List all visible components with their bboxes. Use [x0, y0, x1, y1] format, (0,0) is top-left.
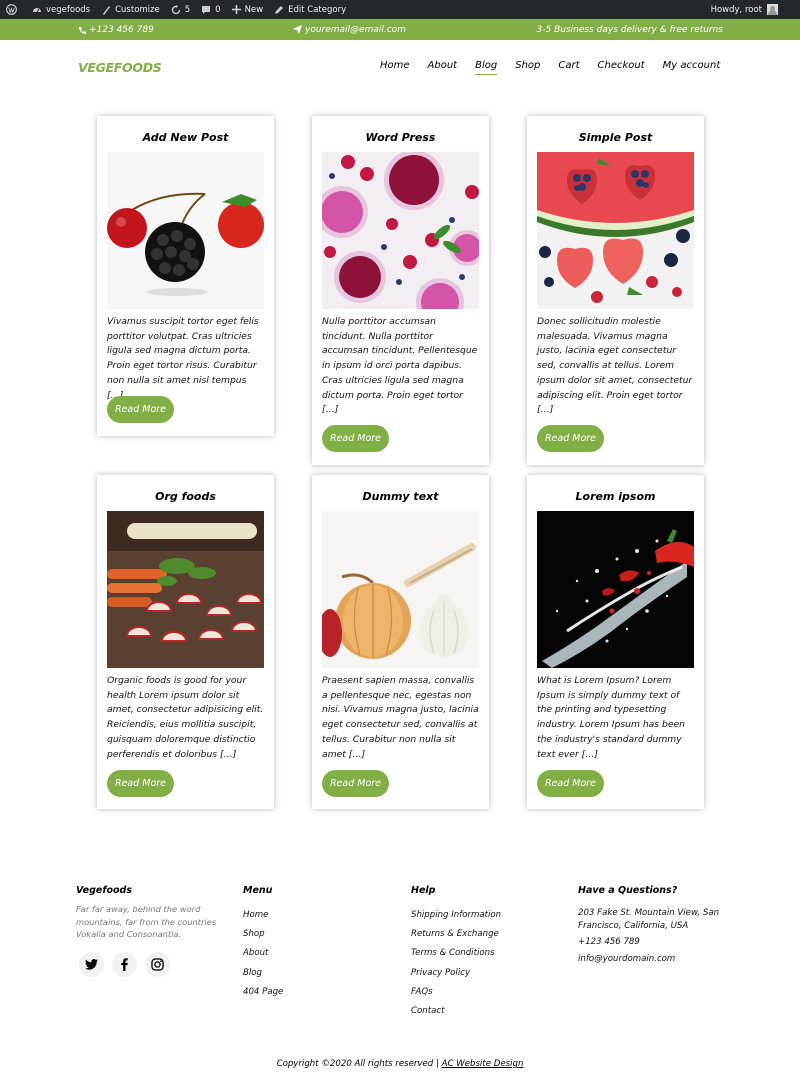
wordpress-logo-button[interactable]: [6, 4, 21, 15]
phone-info: +123 456 789: [78, 19, 154, 40]
delivery-text: 3-5 Business days delivery & free return…: [536, 24, 723, 35]
post-card: Org foods Organic foods is good for your…: [97, 475, 274, 809]
post-excerpt: Organic foods is good for your health Lo…: [107, 675, 264, 760]
footer-contact-title: Have a Questions?: [578, 885, 678, 896]
menu-item-shop[interactable]: Shop: [515, 60, 540, 71]
facebook-icon[interactable]: [112, 952, 137, 977]
footer-link-privacy[interactable]: Privacy Policy: [411, 968, 470, 978]
footer-email[interactable]: info@yourdomain.com: [578, 954, 675, 964]
post-image[interactable]: [537, 152, 694, 309]
site-name: vegefoods: [46, 4, 91, 15]
footer-address: 203 Fake St. Mountain View, San Francisc…: [578, 908, 720, 931]
instagram-icon[interactable]: [145, 952, 170, 977]
read-more-button[interactable]: Read More: [322, 425, 389, 452]
menu-item-checkout[interactable]: Checkout: [598, 60, 645, 71]
post-title[interactable]: Dummy text: [312, 490, 489, 504]
post-card: Add New Post Vivamus suscipit tortor ege…: [97, 116, 274, 436]
post-title[interactable]: Add New Post: [97, 131, 274, 145]
delivery-info: 3-5 Business days delivery & free return…: [537, 19, 723, 40]
post-excerpt: Praesent sapien massa, convallis a pelle…: [322, 675, 479, 760]
comments-count: 0: [215, 4, 221, 15]
footer-link-shop[interactable]: Shop: [243, 929, 265, 939]
new-label: New: [244, 4, 264, 15]
pencil-icon: [275, 5, 284, 14]
menu-item-home[interactable]: Home: [380, 60, 410, 71]
top-info-bar: +123 456 789 youremail@email.com 3-5 Bus…: [0, 19, 800, 40]
edit-category-label: Edit Category: [288, 4, 347, 15]
post-image[interactable]: [107, 152, 264, 309]
phone-icon: [79, 26, 86, 34]
read-more-button[interactable]: Read More: [322, 770, 389, 797]
post-card: Word Press Nulla porttitor accumsan tinc…: [312, 116, 489, 465]
main-header: VEGEFOODS Home About Blog Shop Cart Chec…: [0, 40, 800, 93]
site-name-link[interactable]: vegefoods: [32, 5, 90, 15]
comment-icon: [202, 5, 211, 14]
updates-count: 5: [184, 4, 191, 15]
post-excerpt: Nulla porttitor accumsan tincidunt. Null…: [322, 316, 478, 416]
post-image[interactable]: [322, 152, 479, 309]
menu-item-my-account[interactable]: My account: [663, 60, 721, 71]
twitter-icon[interactable]: [79, 952, 104, 977]
post-image[interactable]: [322, 511, 479, 668]
footer-link-contact[interactable]: Contact: [411, 1006, 444, 1016]
refresh-icon: [171, 4, 180, 14]
phone-text: +123 456 789: [89, 24, 154, 35]
wordpress-icon: [6, 4, 17, 15]
post-card: Dummy text Praesent sapien massa, conval…: [312, 475, 489, 809]
post-card: Lorem ipsom What is Lorem Ipsum? Lorem I…: [527, 475, 704, 809]
new-content-link[interactable]: New: [231, 4, 264, 15]
footer-link-about[interactable]: About: [243, 948, 268, 958]
plus-icon: [231, 5, 241, 14]
footer-menu-title: Menu: [243, 885, 273, 896]
avatar: [767, 4, 778, 15]
menu-item-cart[interactable]: Cart: [558, 60, 579, 71]
post-title[interactable]: Word Press: [312, 131, 489, 145]
copyright: Copyright ©2020 All rights reserved | AC…: [0, 1059, 800, 1069]
post-excerpt: Vivamus suscipit tortor eget felis portt…: [107, 316, 259, 401]
read-more-button[interactable]: Read More: [107, 770, 174, 797]
edit-category-link[interactable]: Edit Category: [274, 5, 346, 15]
dashboard-icon: [33, 7, 41, 12]
post-title[interactable]: Lorem ipsom: [527, 490, 704, 504]
email-info: youremail@email.com: [293, 19, 406, 40]
footer-link-faqs[interactable]: FAQs: [411, 987, 433, 997]
footer-link-blog[interactable]: Blog: [243, 968, 262, 978]
comments-link[interactable]: 0: [201, 4, 221, 15]
menu-item-about[interactable]: About: [428, 60, 458, 71]
post-excerpt: Donec sollicitudin molestie malesuada. V…: [537, 316, 693, 416]
footer-link-home[interactable]: Home: [243, 910, 268, 920]
copyright-text: Copyright ©2020 All rights reserved |: [276, 1059, 439, 1069]
footer-link-shipping[interactable]: Shipping Information: [411, 910, 501, 920]
copyright-link[interactable]: AC Website Design: [442, 1059, 524, 1069]
post-title[interactable]: Simple Post: [527, 131, 704, 145]
read-more-button[interactable]: Read More: [107, 396, 174, 423]
site-logo[interactable]: VEGEFOODS: [78, 60, 162, 75]
post-excerpt: What is Lorem Ipsum? Lorem Ipsum is simp…: [537, 675, 685, 760]
email-text: youremail@email.com: [305, 24, 406, 35]
footer-phone[interactable]: +123 456 789: [578, 937, 640, 947]
footer-brand-description: Far far away, behind the word mountains,…: [76, 904, 217, 939]
account-menu[interactable]: Howdy, root: [711, 0, 778, 19]
post-image[interactable]: [537, 511, 694, 668]
footer-brand-title: Vegefoods: [76, 885, 132, 896]
customize-label: Customize: [115, 4, 160, 15]
howdy-label: Howdy, root: [710, 4, 762, 15]
footer-link-returns[interactable]: Returns & Exchange: [411, 929, 499, 939]
footer-link-terms[interactable]: Terms & Conditions: [411, 948, 495, 958]
admin-bar: vegefoods Customize 5 0 New Edit Categor…: [0, 0, 800, 19]
main-menu: Home About Blog Shop Cart Checkout My ac…: [380, 60, 721, 75]
read-more-button[interactable]: Read More: [537, 425, 604, 452]
read-more-button[interactable]: Read More: [537, 770, 604, 797]
updates-link[interactable]: 5: [171, 4, 191, 15]
footer-help-title: Help: [411, 885, 436, 896]
menu-item-blog[interactable]: Blog: [475, 60, 498, 75]
post-card: Simple Post Donec sollicitudin molestie …: [527, 116, 704, 465]
post-title[interactable]: Org foods: [97, 490, 274, 504]
brush-icon: [103, 5, 111, 15]
footer-link-404[interactable]: 404 Page: [243, 987, 283, 997]
post-image[interactable]: [107, 511, 264, 668]
paper-plane-icon: [293, 25, 302, 34]
customize-link[interactable]: Customize: [101, 5, 160, 15]
